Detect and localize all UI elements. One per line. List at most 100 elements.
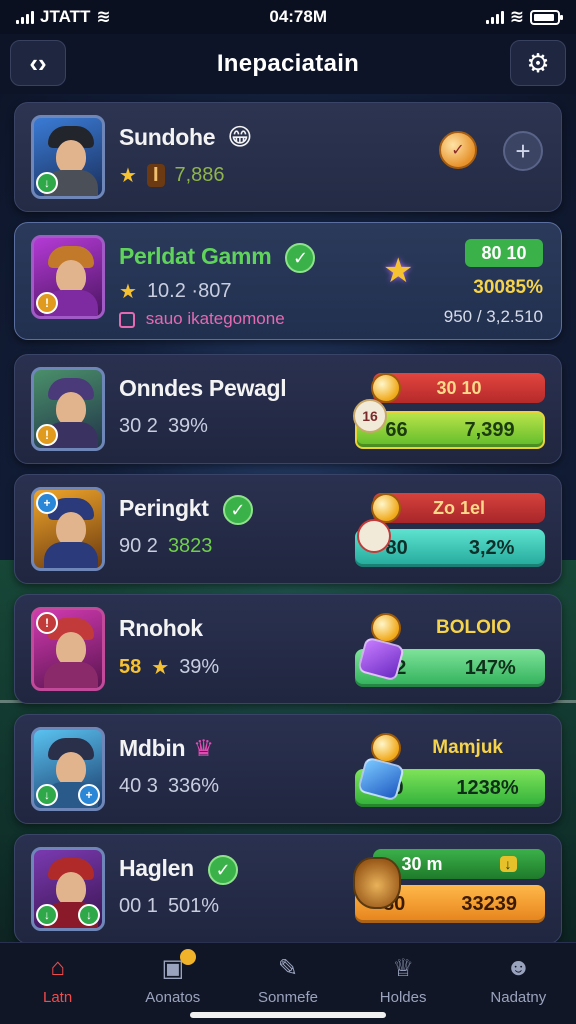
star-icon: ★ xyxy=(119,281,137,303)
box-right: 147% xyxy=(464,656,516,679)
player-avatar: ↓ ↓ xyxy=(31,847,105,931)
verified-icon: ✓ xyxy=(222,495,253,525)
cell-signal-icon xyxy=(485,10,504,24)
score-pill: 80 10 xyxy=(465,239,543,267)
stat-a: 00 1 xyxy=(119,895,158,917)
chevron-left-right-icon: ‹› xyxy=(29,47,47,78)
verified-icon: ✓ xyxy=(207,855,238,885)
wifi-icon: ≋ xyxy=(96,7,111,26)
home-icon: ⌂ xyxy=(50,954,65,981)
level-badge: ↓ xyxy=(36,904,58,926)
coin-icon xyxy=(371,373,401,403)
player-avatar: ↓ + xyxy=(31,727,105,811)
home-indicator[interactable] xyxy=(190,1012,386,1018)
notification-dot xyxy=(179,949,196,965)
player-stats: 00 1 501% xyxy=(119,895,219,918)
signal-icon xyxy=(16,10,34,24)
score-tag: BOLOIO xyxy=(436,617,511,638)
player-stats: 30 2 39% xyxy=(119,415,208,438)
rank-badge: I xyxy=(146,164,165,187)
player-avatar: ! xyxy=(31,367,105,451)
level-badge: ↓ xyxy=(36,784,58,806)
trophy-icon: ♕ xyxy=(392,954,414,982)
player-stats: ★ I 7,886 xyxy=(119,163,225,188)
player-stats: 58 ★ 39% xyxy=(119,655,219,680)
profile-icon: ☻ xyxy=(505,954,531,981)
player-avatar: ↓ xyxy=(31,115,105,199)
player-card[interactable]: ! Perldat Gamm ✓ ★ 10.2 ·807 sauo ikateg… xyxy=(14,222,562,340)
add-friend-button[interactable]: + xyxy=(503,131,543,171)
stat-b: 39% xyxy=(167,415,208,437)
player-card[interactable]: + Peringkt ✓ 90 2 3823 Zo 1el 80 3,2% xyxy=(14,474,562,584)
back-button[interactable]: ‹› xyxy=(10,40,66,86)
box-right: 1238% xyxy=(456,776,519,799)
edit-icon: ✎ xyxy=(277,954,299,982)
status-left: JTATT ≋ xyxy=(16,7,111,27)
star-gem-icon: ★ xyxy=(383,252,414,290)
player-name: Haglen ✓ xyxy=(119,855,238,885)
level-badge: + xyxy=(36,492,58,514)
player-card[interactable]: ↓ Sundohe 😁 ★ I 7,886 ✓ + xyxy=(14,102,562,212)
gear-icon: ⚙ xyxy=(526,47,550,78)
player-name: Rnohok xyxy=(119,615,203,641)
player-card[interactable]: ↓ + Mdbin ♛ 40 3 336% Mamjuk 80 1238% xyxy=(14,714,562,824)
nav-label: Sonmefe xyxy=(257,989,318,1006)
player-name: Peringkt ✓ xyxy=(119,495,253,525)
page-title: Inepaciatain xyxy=(216,50,360,77)
reward-icon[interactable]: ✓ xyxy=(439,131,477,169)
rank-number-badge: 16 xyxy=(353,399,387,433)
nav-label: Nadatny xyxy=(490,989,547,1006)
rank-value: 7,886 xyxy=(174,164,225,186)
player-name: Sundohe 😁 xyxy=(119,124,253,151)
stat-b: 501% xyxy=(167,895,220,917)
header: ‹› Inepaciatain ⚙ xyxy=(0,34,576,94)
stat-a: 90 2 xyxy=(119,535,158,557)
battery-icon xyxy=(529,9,563,25)
player-name: Onndes Pewagl xyxy=(119,375,287,401)
carrier-label: JTATT xyxy=(40,7,91,26)
score-tag: Mamjuk xyxy=(432,737,503,758)
nav-home[interactable]: ⌂ Latn xyxy=(8,953,108,1024)
level-badge: ! xyxy=(36,612,58,634)
verified-icon: ✓ xyxy=(285,243,316,273)
star-icon: ★ xyxy=(151,657,170,679)
player-card[interactable]: ! Onndes Pewagl 30 2 39% 30 10 66 7,399 … xyxy=(14,354,562,464)
player-name: Perldat Gamm ✓ xyxy=(119,243,316,273)
box-right: 33239 xyxy=(461,892,517,915)
player-avatar: ! xyxy=(31,235,105,319)
sub-label: sauo ikategomone xyxy=(119,309,285,329)
level-badge: ↓ xyxy=(36,172,58,194)
stat-a: 30 2 xyxy=(119,415,158,437)
player-card[interactable]: ! Rnohok 58 ★ 39% BOLOIO 82 147% xyxy=(14,594,562,704)
status-bar: JTATT ≋ 04:78M ≋ xyxy=(0,0,576,34)
nav-label: Latn xyxy=(42,989,73,1006)
crown-icon: ♛ xyxy=(193,735,214,761)
leaderboard-list: ↓ Sundohe 😁 ★ I 7,886 ✓ + ! Perldat Gamm… xyxy=(14,102,562,954)
player-stats: ★ 10.2 ·807 xyxy=(119,279,231,304)
settings-button[interactable]: ⚙ xyxy=(510,40,566,86)
star-icon: ★ xyxy=(119,165,137,187)
box-right: 7,399 xyxy=(464,418,515,441)
laugh-emoji-icon: 😁 xyxy=(227,124,253,151)
box-left: 66 xyxy=(385,418,408,441)
player-name: Mdbin ♛ xyxy=(119,735,214,761)
player-avatar: + xyxy=(31,487,105,571)
stat-a: 58 xyxy=(119,656,142,678)
score-total: 950 / 3,2.510 xyxy=(443,307,543,326)
player-card[interactable]: ↓ ↓ Haglen ✓ 00 1 501% 30 m ↓ 80 33239 xyxy=(14,834,562,944)
level-badge-right: ↓ xyxy=(78,904,100,926)
box-right: 3,2% xyxy=(468,536,515,559)
player-stats: 40 3 336% xyxy=(119,775,219,798)
clock: 04:78M xyxy=(269,7,327,26)
mascot-icon xyxy=(353,857,401,909)
tag-icon xyxy=(119,311,135,328)
nav-profile[interactable]: ☻ Nadatny xyxy=(468,953,568,1024)
status-right: ≋ xyxy=(485,7,563,27)
player-stats: 90 2 3823 xyxy=(119,535,212,558)
chest-icon: ▣ xyxy=(156,949,196,983)
stat-value: 10.2 ·807 xyxy=(146,280,232,302)
nav-label: Aonatos xyxy=(145,989,201,1006)
stat-b: 3823 xyxy=(167,535,213,557)
down-arrow-icon: ↓ xyxy=(499,856,517,872)
player-avatar: ! xyxy=(31,607,105,691)
